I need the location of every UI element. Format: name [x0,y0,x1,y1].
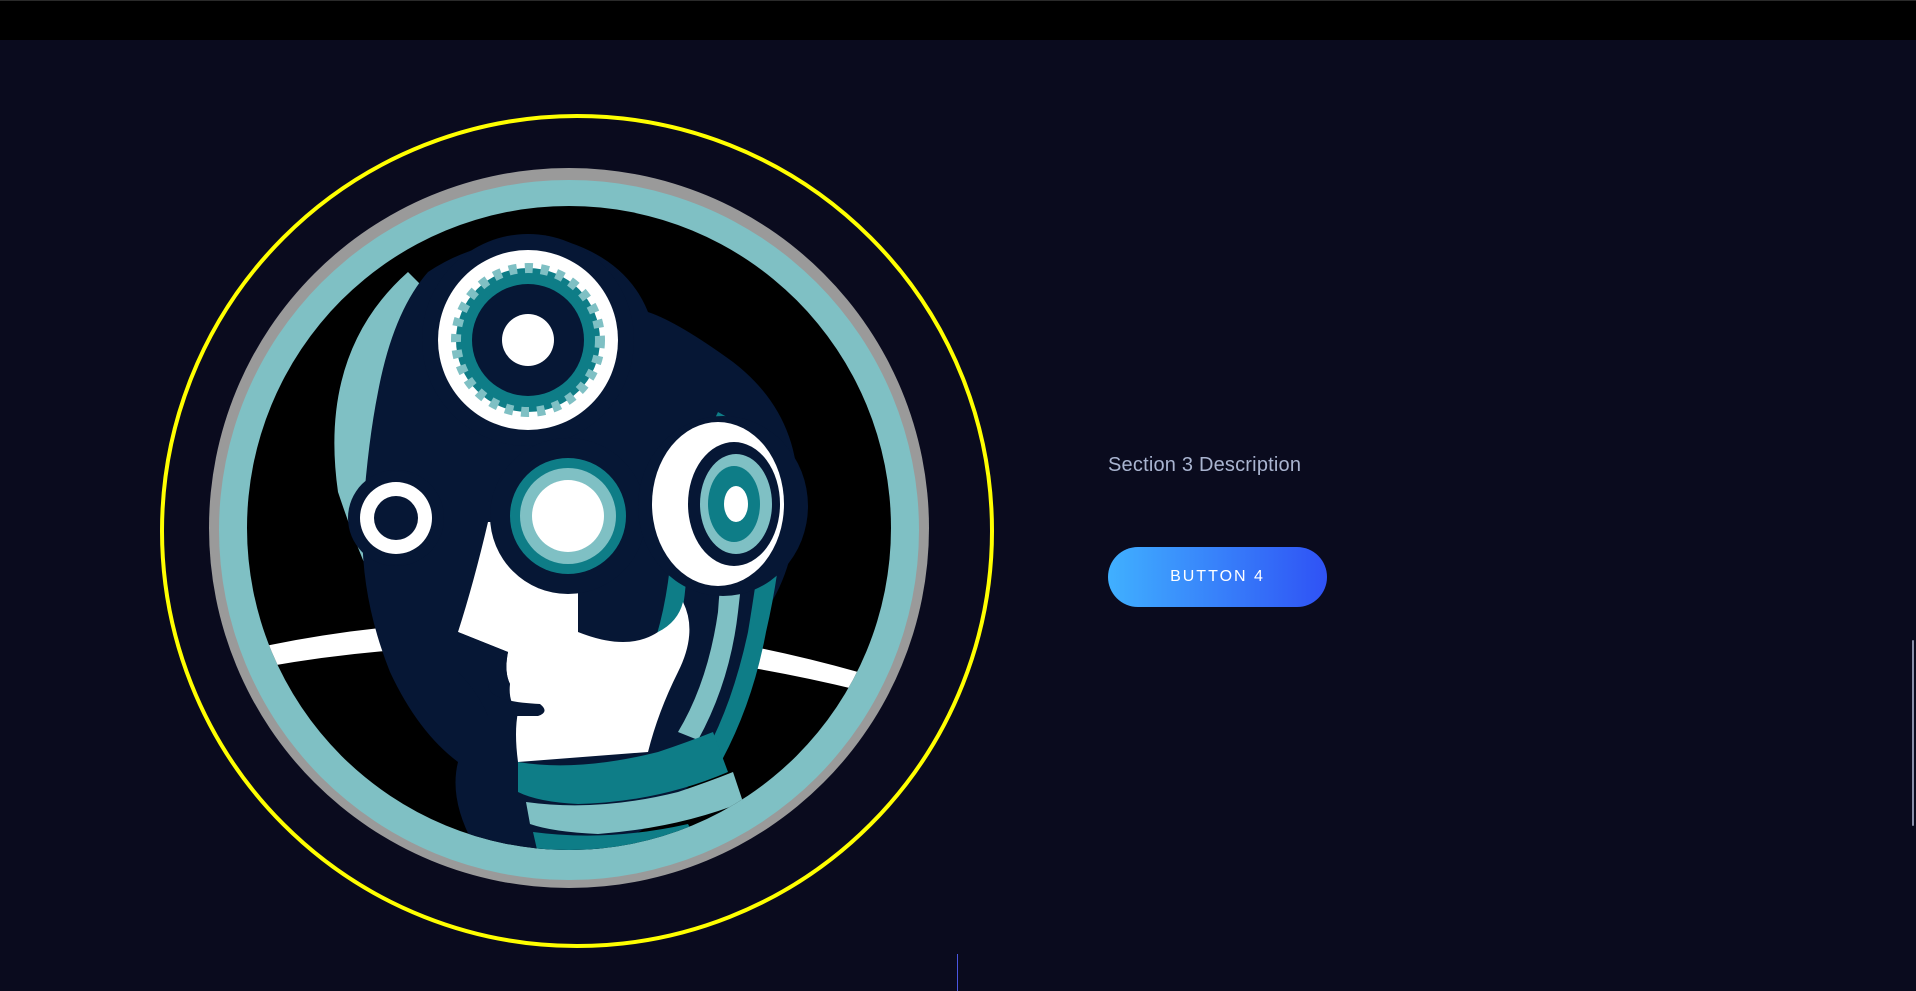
scrollbar-thumb[interactable] [1912,640,1914,826]
robot-head-logo-icon [160,114,994,948]
section-3: Section 3 Description BUTTON 4 [0,40,1916,991]
text-cursor [957,954,958,991]
button-4[interactable]: BUTTON 4 [1108,547,1327,607]
logo-image [158,112,996,950]
top-bar [0,0,1916,40]
section-description: Section 3 Description [1108,454,1302,476]
